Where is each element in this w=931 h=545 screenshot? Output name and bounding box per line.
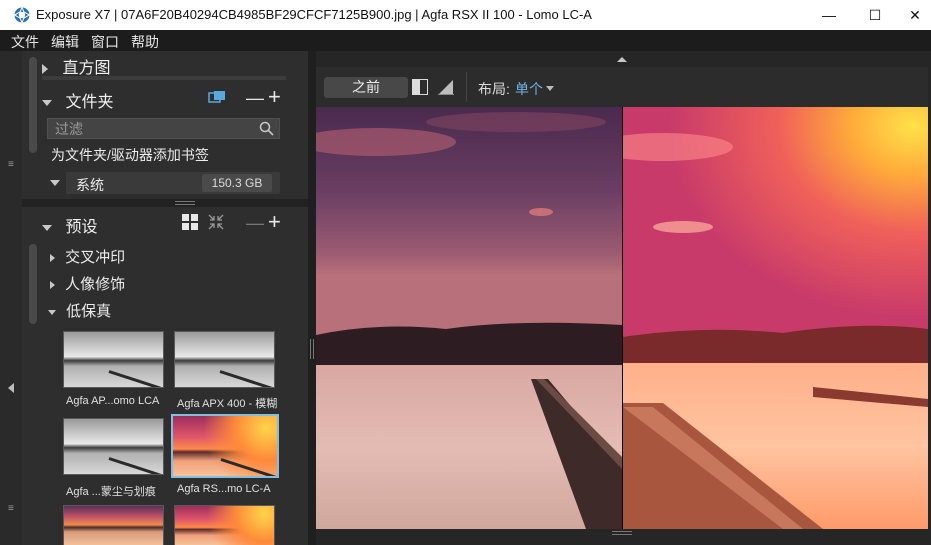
preset-category-portrait[interactable]: 人像修饰	[50, 273, 125, 294]
left-rail: ≡ ≡	[0, 51, 22, 545]
image-viewer[interactable]	[316, 107, 928, 529]
folder-filter-input[interactable]	[47, 118, 280, 139]
preset-thumbnail[interactable]	[174, 331, 275, 388]
expand-icon	[42, 63, 48, 74]
category-label: 人像修饰	[65, 276, 126, 293]
preset-thumbnail[interactable]	[63, 505, 164, 545]
viewer-bottom-bar[interactable]	[316, 529, 928, 545]
minimize-button[interactable]: —	[806, 0, 852, 30]
menu-bar: 文件 编辑 窗口 帮助	[0, 30, 931, 51]
chevron-down-icon[interactable]	[546, 86, 554, 91]
preset-thumbnail[interactable]	[63, 331, 164, 388]
preset-thumbnail-label: Agfa RS...mo LC-A	[177, 483, 271, 495]
preset-thumbnail-label: Agfa ...蒙尘与划痕	[66, 486, 156, 498]
collapse-icon	[42, 224, 52, 231]
preset-thumbnail-label: Agfa APX 400 - 模糊	[177, 398, 278, 410]
panel-splitter[interactable]	[22, 199, 308, 207]
histogram-label: 直方图	[62, 60, 111, 77]
histogram-header[interactable]: 直方图	[42, 54, 110, 78]
app-logo-icon	[14, 7, 30, 23]
add-preset-button[interactable]: +	[268, 211, 281, 233]
drive-row-system[interactable]: 系统 150.3 GB	[42, 170, 280, 196]
category-label: 低保真	[66, 303, 112, 320]
toolbar-divider	[466, 72, 467, 102]
presets-scrollbar[interactable]	[29, 244, 37, 324]
layout-label: 布局:	[478, 81, 510, 97]
rail-grip-top[interactable]: ≡	[8, 159, 14, 170]
collapse-icon	[48, 309, 56, 315]
collapse-all-icon[interactable]	[208, 214, 224, 230]
collapse-icon	[42, 99, 52, 106]
before-image	[316, 107, 622, 529]
presets-label: 预设	[65, 219, 98, 236]
preset-thumbnail-selected[interactable]	[171, 414, 279, 478]
drive-label: 系统	[76, 177, 104, 193]
before-button[interactable]: 之前	[324, 77, 408, 98]
menu-window[interactable]: 窗口	[91, 32, 119, 52]
menu-file[interactable]: 文件	[11, 32, 39, 52]
drive-size: 150.3 GB	[202, 174, 272, 192]
collapse-left-arrow-icon[interactable]	[8, 383, 14, 393]
search-icon[interactable]	[259, 121, 274, 136]
presets-header[interactable]: 预设	[42, 213, 97, 237]
menu-edit[interactable]: 编辑	[51, 32, 79, 52]
split-view-icon[interactable]	[412, 79, 428, 95]
preset-category-cross-process[interactable]: 交叉冲印	[50, 246, 125, 267]
collapse-icon	[50, 180, 60, 186]
folders-label: 文件夹	[65, 94, 114, 111]
folder-bookmark-icon[interactable]	[208, 90, 226, 104]
browser-scrollbar[interactable]	[29, 57, 37, 153]
expand-icon	[50, 281, 55, 290]
window-title: Exposure X7 | 07A6F20B40294CB4985BF29CFC…	[36, 7, 592, 22]
collapse-top-arrow-icon[interactable]	[617, 57, 627, 62]
layout-dropdown[interactable]: 单个	[515, 79, 543, 99]
preset-thumbnail[interactable]	[174, 505, 275, 545]
preset-category-lofi[interactable]: 低保真	[48, 300, 111, 321]
rail-grip-bottom[interactable]: ≡	[8, 503, 14, 514]
title-bar: Exposure X7 | 07A6F20B40294CB4985BF29CFC…	[0, 0, 931, 30]
add-folder-button[interactable]: +	[268, 86, 281, 108]
remove-preset-button[interactable]: —	[246, 214, 264, 232]
after-image	[623, 107, 928, 529]
triangle-compare-icon[interactable]	[437, 79, 455, 95]
splitter-grip-icon	[612, 531, 632, 535]
panel-vertical-splitter[interactable]	[308, 51, 316, 545]
grid-view-icon[interactable]	[182, 214, 198, 230]
expand-icon	[50, 254, 55, 263]
preset-thumbnail-label: Agfa AP...omo LCA	[66, 395, 160, 407]
splitter-grip-icon	[175, 201, 195, 205]
bookmark-hint[interactable]: 为文件夹/驱动器添加书签	[51, 145, 209, 165]
category-label: 交叉冲印	[65, 249, 126, 266]
remove-folder-button[interactable]: —	[246, 89, 264, 107]
preset-thumbnail[interactable]	[63, 418, 164, 475]
menu-help[interactable]: 帮助	[131, 32, 159, 52]
splitter-grip-icon	[310, 339, 314, 359]
close-button[interactable]: ✕	[892, 0, 931, 30]
folders-header[interactable]: 文件夹	[42, 88, 113, 112]
